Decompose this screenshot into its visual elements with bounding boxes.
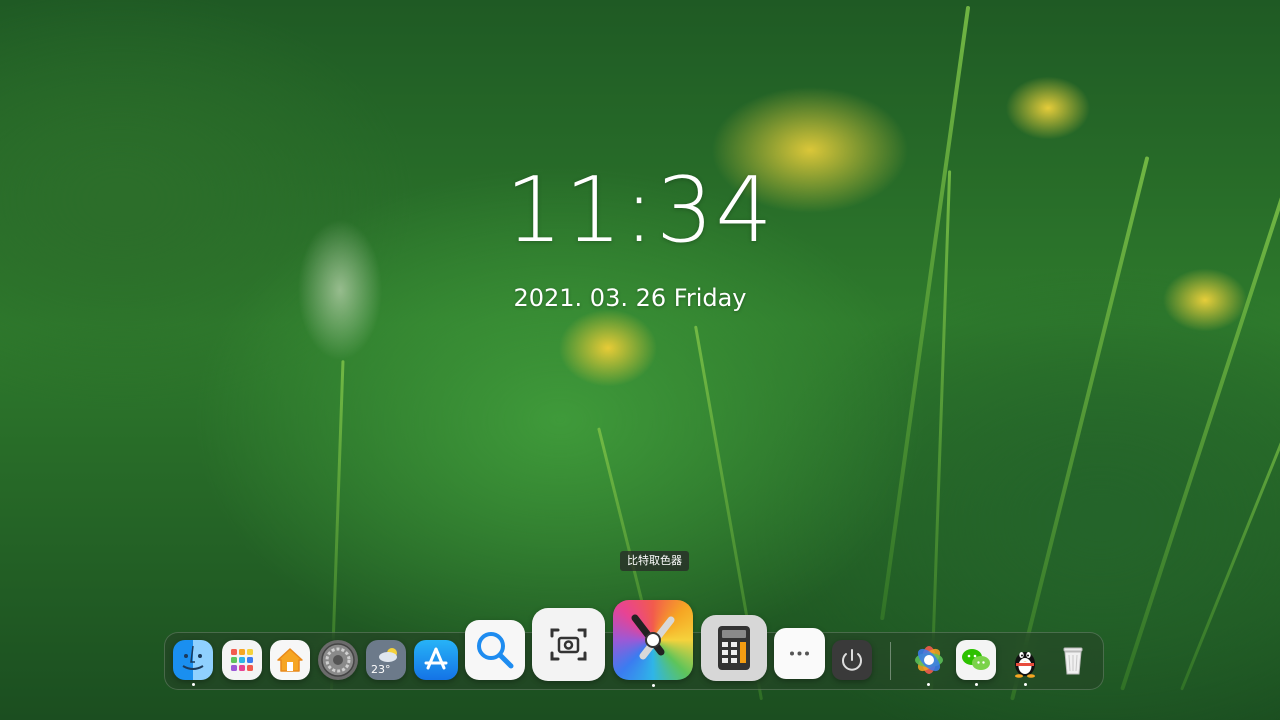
running-indicator — [652, 684, 655, 687]
dock-app-qq[interactable] — [1005, 640, 1045, 680]
dock-app-power[interactable] — [832, 640, 872, 680]
lockscreen-time: 11:34 — [505, 158, 775, 263]
dock-app-store[interactable] — [414, 640, 458, 680]
dock-app-search[interactable] — [465, 620, 525, 680]
dock-app-home[interactable] — [270, 640, 310, 680]
home-icon — [277, 648, 303, 672]
dock-app-launchpad[interactable] — [222, 640, 262, 680]
calculator-icon — [718, 626, 750, 670]
trash-icon — [1063, 647, 1083, 675]
dock-separator — [890, 642, 891, 680]
lockscreen-date: 2021. 03. 26 Friday — [513, 284, 747, 312]
weather-temp: 23° — [371, 663, 391, 676]
dock-app-photos[interactable] — [907, 640, 951, 680]
photos-icon — [915, 646, 943, 674]
dock-app-color-picker[interactable] — [613, 600, 693, 680]
dock-app-wechat[interactable] — [956, 640, 996, 680]
dock-app-calculator[interactable] — [701, 615, 767, 681]
wechat-icon — [962, 649, 990, 670]
running-indicator — [192, 683, 195, 686]
dock-app-settings[interactable] — [318, 640, 358, 680]
more-icon — [790, 651, 809, 656]
screenshot-icon — [550, 628, 587, 661]
finder-icon — [182, 645, 204, 670]
running-indicator — [975, 683, 978, 686]
dock-app-trash[interactable] — [1053, 640, 1093, 680]
dock-app-screenshot[interactable] — [532, 608, 605, 681]
launchpad-icon — [231, 649, 253, 671]
search-icon — [477, 632, 514, 669]
app-store-icon — [424, 647, 448, 670]
running-indicator — [927, 683, 930, 686]
qq-icon — [1015, 652, 1035, 678]
dock-app-weather[interactable]: 23° — [366, 640, 406, 680]
settings-icon — [321, 643, 355, 677]
dock-app-more[interactable] — [774, 628, 825, 679]
dock-tooltip: 比特取色器 — [620, 551, 689, 571]
dock-app-finder[interactable] — [173, 640, 213, 680]
power-icon — [842, 649, 862, 671]
color-picker-icon — [631, 614, 675, 660]
running-indicator — [1024, 683, 1027, 686]
